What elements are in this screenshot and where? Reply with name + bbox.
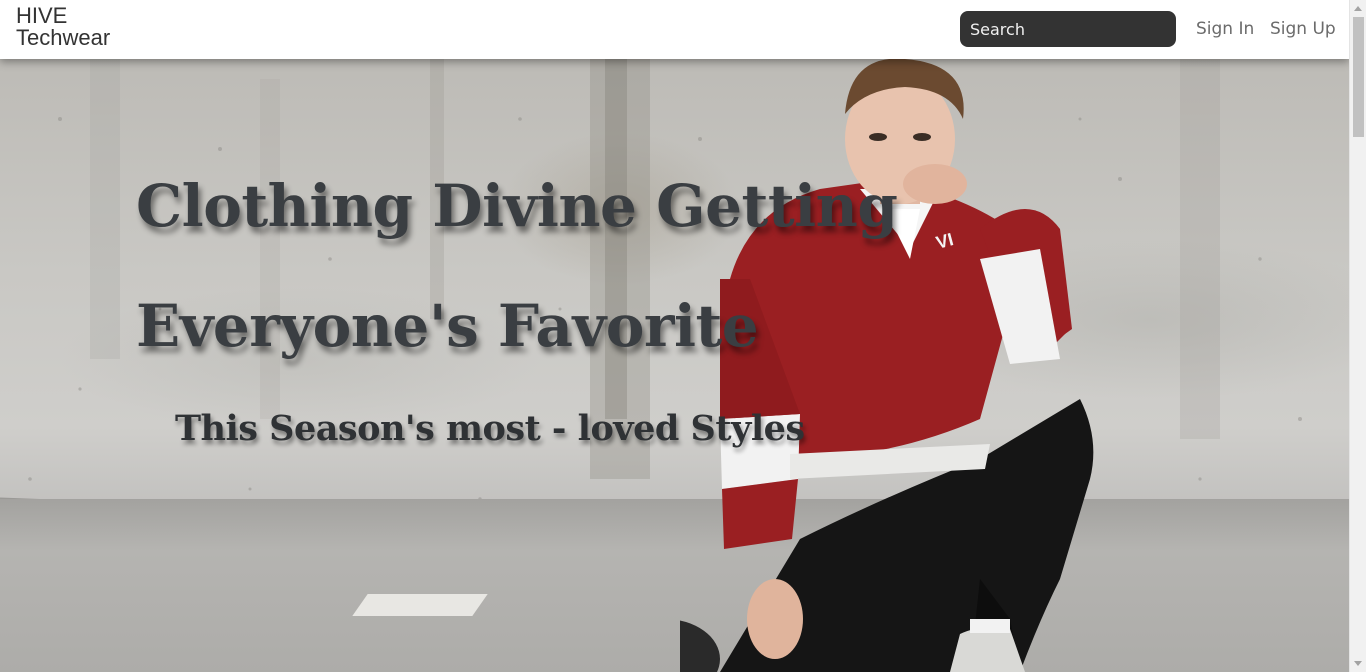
model-image: VI (680, 59, 1094, 672)
ground (0, 499, 1349, 672)
navbar: HIVE Techwear Sign In Sign Up (0, 0, 1349, 59)
vertical-scrollbar[interactable] (1349, 0, 1366, 672)
ground-marking (352, 594, 488, 616)
sign-in-link[interactable]: Sign In (1196, 18, 1254, 40)
hero-title-line1: Clothing Divine Getting (136, 172, 898, 240)
brand-name-line2: Techwear (16, 25, 111, 50)
scroll-up-arrow-icon[interactable] (1354, 6, 1362, 11)
page: HIVE Techwear Sign In Sign Up (0, 0, 1349, 672)
hero-subtitle: This Season's most - loved Styles (175, 408, 805, 449)
sign-up-link[interactable]: Sign Up (1270, 18, 1336, 40)
search-input[interactable] (960, 11, 1176, 47)
brand-name-line1: HIVE (16, 3, 68, 28)
scrollbar-thumb[interactable] (1353, 17, 1364, 137)
scroll-down-arrow-icon[interactable] (1354, 661, 1362, 666)
brand-logo[interactable]: HIVE Techwear (16, 5, 110, 49)
hero-title-line2: Everyone's Favorite (136, 292, 759, 360)
hero-banner: VI Clothing Divine Getting Everyone's Fa… (0, 59, 1349, 672)
